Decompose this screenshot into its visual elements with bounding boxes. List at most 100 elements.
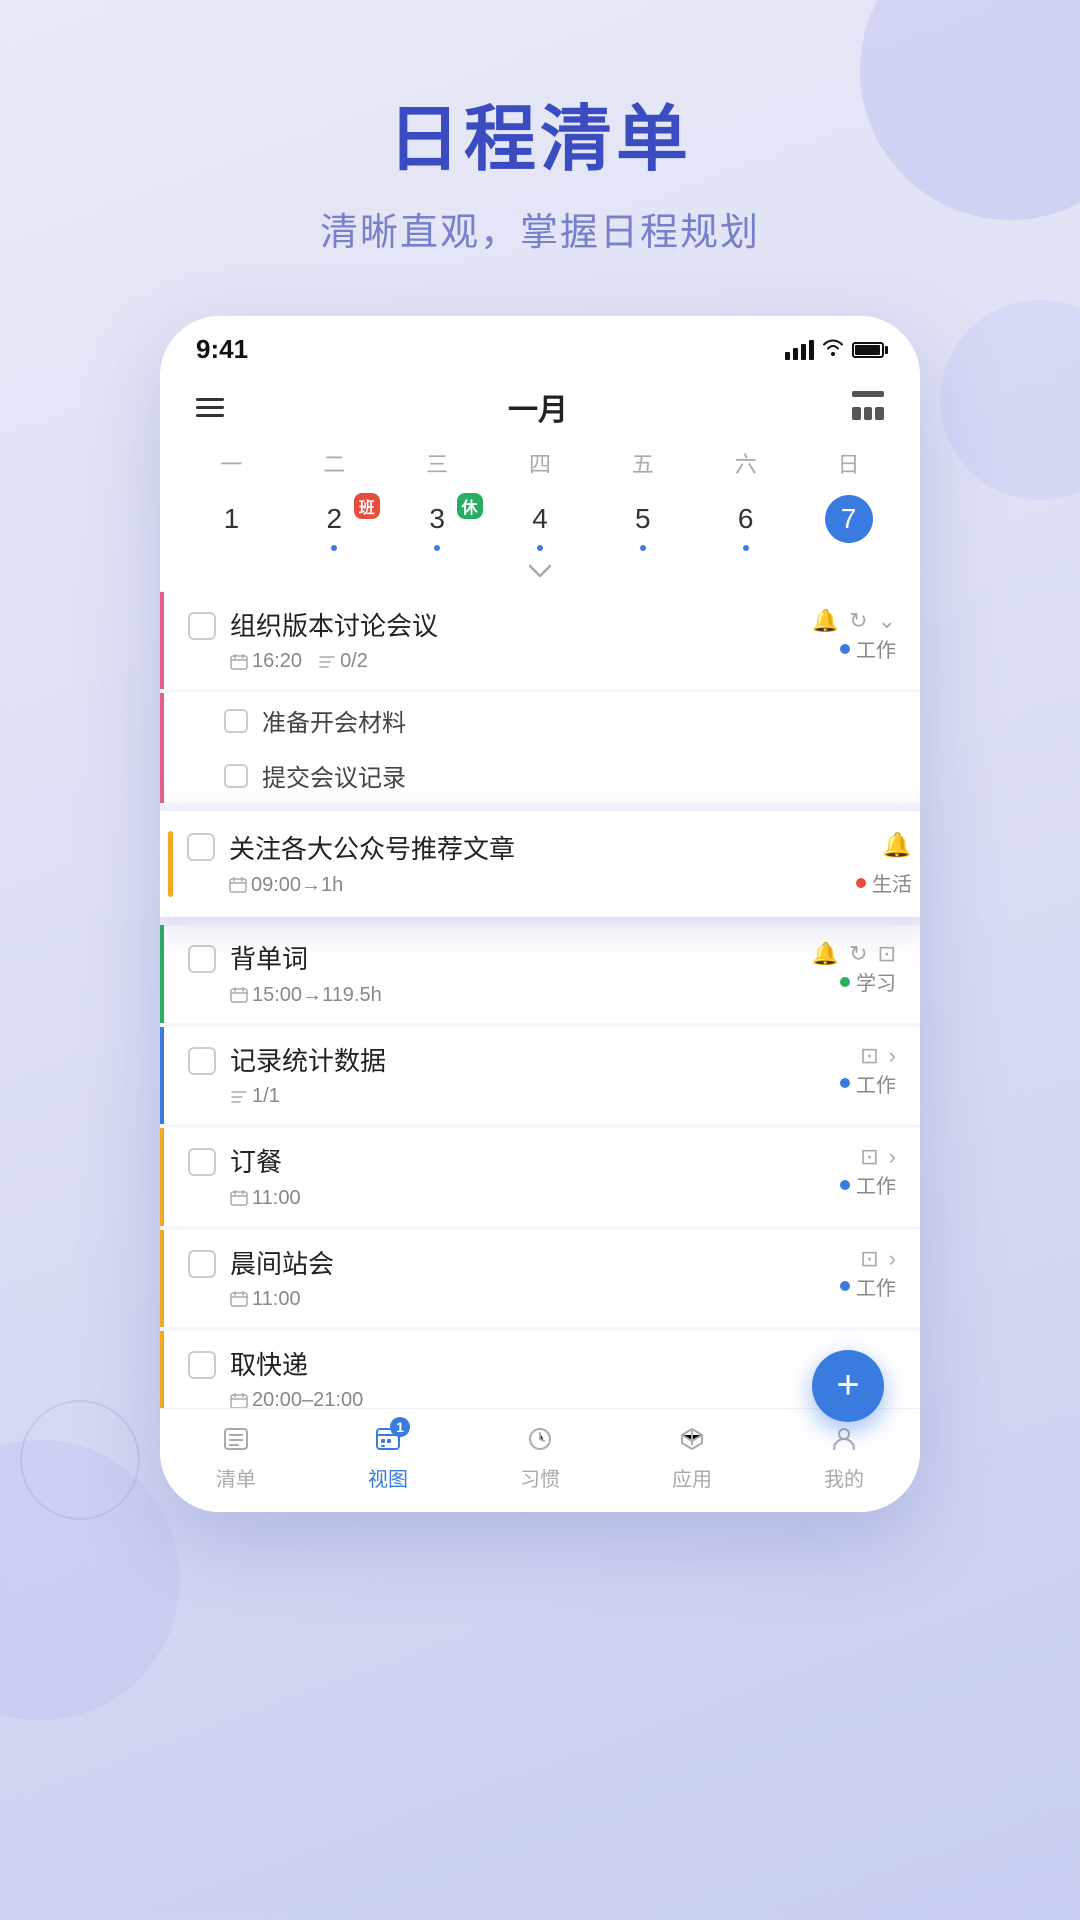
task-title-5: 订餐 [230,1144,840,1180]
task-item-1[interactable]: 组织版本讨论会议 16:20 0/2 [160,592,920,689]
nav-label-apps: 应用 [672,1463,712,1492]
nav-label-profile: 我的 [824,1463,864,1492]
task-checkbox-4[interactable] [188,1047,216,1075]
date-dot-6 [743,545,749,551]
date-number-1: 1 [207,495,255,543]
nav-icon-profile [826,1421,862,1457]
nav-item-view[interactable]: 1 视图 [312,1421,464,1492]
date-5[interactable]: 5 [591,491,694,555]
task-title-7: 取快递 [230,1347,896,1383]
sub-task-1b[interactable]: 提交会议记录 [160,748,920,803]
task-checkbox-7[interactable] [188,1351,216,1379]
sub-task-1a[interactable]: 准备开会材料 [160,693,920,748]
nav-icon-habit [522,1421,558,1457]
task-checkbox-1[interactable] [188,612,216,640]
date-dot-4 [537,545,543,551]
page-header: 日程清单 清晰直观，掌握日程规划 [0,0,1080,296]
page-subtitle: 清晰直观，掌握日程规划 [0,201,1080,256]
chevron-icon-6[interactable]: › [889,1246,896,1272]
date-number-3: 3 [413,495,461,543]
sub-checkbox-1b[interactable] [224,764,248,788]
nav-item-list[interactable]: 清单 [160,1421,312,1492]
phone-mockup: 9:41 一月 [160,316,920,1512]
expand-icon-1[interactable]: ⌄ [878,608,896,634]
date-3[interactable]: 3 休 [386,491,489,555]
nav-label-habit: 习惯 [520,1463,560,1492]
box-icon-6[interactable]: ⊡ [860,1246,878,1272]
task-item-5[interactable]: 订餐 11:00 ⊡ › [160,1128,920,1225]
status-icons [785,338,884,362]
nav-icon-apps [674,1421,710,1457]
floating-bell-icon[interactable]: 🔔 [882,831,912,860]
date-1[interactable]: 1 [180,491,283,555]
task-item-4[interactable]: 记录统计数据 1/1 ⊡ › [160,1027,920,1124]
signal-icon [785,340,814,360]
date-2[interactable]: 2 班 [283,491,386,555]
nav-label-view: 视图 [368,1463,408,1492]
date-dot-3 [434,545,440,551]
task-tag-4: 工作 [840,1069,896,1098]
expand-calendar-button[interactable] [160,555,920,588]
task-tag-6: 工作 [840,1272,896,1301]
weekday-wed: 三 [386,447,489,487]
task-subcount-4: 1/1 [230,1085,280,1108]
box-icon-3[interactable]: ⊡ [878,941,896,967]
box-icon-4[interactable]: ⊡ [860,1043,878,1069]
month-title: 一月 [508,385,568,429]
floating-task-title: 关注各大公众号推荐文章 [229,831,842,867]
task-time-5: 11:00 [230,1187,301,1210]
task-title-3: 背单词 [230,941,812,977]
chevron-icon-4[interactable]: › [889,1043,896,1069]
task-time-6: 11:00 [230,1288,301,1311]
chevron-icon-5[interactable]: › [889,1144,896,1170]
weekday-tue: 二 [283,447,386,487]
bell-icon-1[interactable]: 🔔 [812,608,839,634]
date-6[interactable]: 6 [694,491,797,555]
date-number-2: 2 [310,495,358,543]
date-dot-2 [331,545,337,551]
task-checkbox-3[interactable] [188,945,216,973]
weekday-mon: 一 [180,447,283,487]
weekday-thu: 四 [489,447,592,487]
task-list: 组织版本讨论会议 16:20 0/2 [160,592,920,1512]
task-time-1: 16:20 [230,650,302,673]
menu-button[interactable] [196,398,224,417]
date-number-6: 6 [722,495,770,543]
repeat-icon-3[interactable]: ↻ [849,941,867,967]
bell-icon-3[interactable]: 🔔 [812,941,839,967]
date-number-4: 4 [516,495,564,543]
sub-task-text-1b: 提交会议记录 [262,758,406,793]
floating-task-checkbox[interactable] [187,833,215,861]
task-checkbox-5[interactable] [188,1148,216,1176]
task-checkbox-6[interactable] [188,1250,216,1278]
task-item-3[interactable]: 背单词 15:00→119.5h 🔔 ↻ ⊡ [160,925,920,1022]
floating-task-tag: 生活 [856,868,912,897]
task-item-6[interactable]: 晨间站会 11:00 ⊡ › [160,1230,920,1327]
weekday-sat: 六 [694,447,797,487]
date-4[interactable]: 4 [489,491,592,555]
date-7[interactable]: 7 [797,491,900,555]
sub-checkbox-1a[interactable] [224,709,248,733]
nav-icon-list [218,1421,254,1457]
nav-item-habit[interactable]: 习惯 [464,1421,616,1492]
nav-item-apps[interactable]: 应用 [616,1421,768,1492]
page-title: 日程清单 [0,80,1080,185]
task-tag-3: 学习 [840,967,896,996]
weekday-sun: 日 [797,447,900,487]
weekday-fri: 五 [591,447,694,487]
fab-plus-icon: + [836,1365,859,1405]
task-title-6: 晨间站会 [230,1246,840,1282]
app-header: 一月 [160,375,920,439]
date-badge-3: 休 [457,493,483,519]
fab-add-button[interactable]: + [812,1350,884,1422]
date-badge-2: 班 [354,493,380,519]
nav-badge-view: 1 [390,1417,410,1437]
box-icon-5[interactable]: ⊡ [860,1144,878,1170]
date-dot-5 [640,545,646,551]
nav-icon-view: 1 [370,1421,406,1457]
nav-item-profile[interactable]: 我的 [768,1421,920,1492]
nav-label-list: 清单 [216,1463,256,1492]
repeat-icon-1[interactable]: ↻ [849,608,867,634]
battery-icon [852,342,884,358]
calendar-view-icon[interactable] [852,391,884,423]
